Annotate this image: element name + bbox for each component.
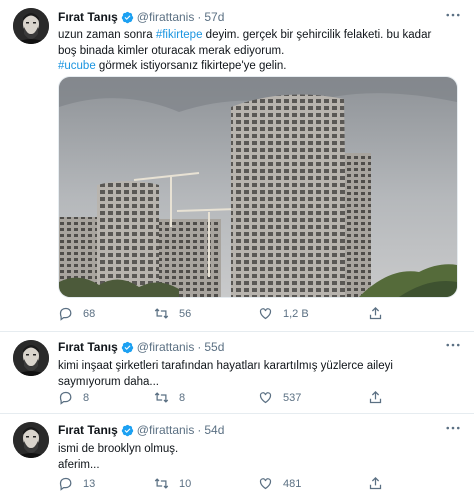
reply-icon	[59, 307, 72, 321]
tweet-time[interactable]: 57d	[204, 10, 224, 24]
tweet-text-line: ismi de brooklyn olmuş.	[58, 442, 460, 458]
tweet-text: uzun zaman sonra #fikirtepe deyim. gerçe…	[58, 28, 460, 75]
tweet[interactable]: Fırat Tanış @firattanis · 55d kimi inşaa…	[0, 332, 474, 412]
tweet-text-line: boş binada kimler oturacak merak ediyoru…	[58, 44, 460, 60]
construction-photo	[59, 77, 457, 297]
avatar[interactable]	[13, 8, 49, 44]
like-button[interactable]: 1,2 B	[258, 306, 309, 321]
tweet-actions: 8 8 537	[58, 390, 398, 408]
tweet-text: ismi de brooklyn olmuş. aferim...	[58, 442, 460, 473]
tweet-text: kimi inşaat şirketleri tarafından hayatl…	[58, 359, 460, 390]
tweet-text-line: uzun zaman sonra #fikirtepe deyim. gerçe…	[58, 28, 460, 44]
author-name[interactable]: Fırat Tanış	[58, 423, 118, 437]
author-handle[interactable]: @firattanis	[137, 423, 195, 437]
separator-dot: ·	[197, 423, 202, 437]
share-icon	[369, 476, 382, 490]
verified-badge-icon	[121, 11, 133, 23]
tweet-photo[interactable]	[58, 76, 458, 298]
tweet-text-line: #ucube görmek istiyorsanız fikirtepe'ye …	[58, 59, 460, 75]
tweet-time[interactable]: 55d	[204, 340, 224, 354]
more-options-icon[interactable]	[446, 426, 460, 430]
reply-icon	[59, 391, 72, 405]
tweet-header: Fırat Tanış @firattanis · 54d	[58, 422, 460, 438]
share-button[interactable]	[368, 306, 393, 321]
avatar-image	[13, 340, 49, 376]
reply-button[interactable]: 8	[58, 390, 89, 405]
like-button[interactable]: 537	[258, 390, 301, 405]
like-icon	[259, 392, 272, 404]
tweet-actions: 13 10 481	[58, 476, 398, 494]
tweet-time[interactable]: 54d	[204, 423, 224, 437]
text-segment: kimi inşaat şirketleri tarafından hayatl…	[58, 360, 393, 372]
share-button[interactable]	[368, 390, 393, 405]
hashtag-link[interactable]: #fikirtepe	[156, 29, 203, 41]
like-count: 1,2 B	[283, 307, 309, 320]
hashtag-link[interactable]: #ucube	[58, 60, 96, 72]
like-count: 481	[283, 477, 302, 490]
share-icon	[369, 306, 382, 320]
avatar[interactable]	[13, 422, 49, 458]
like-button[interactable]: 481	[258, 476, 301, 491]
author-name[interactable]: Fırat Tanış	[58, 10, 118, 24]
retweet-count: 56	[179, 307, 192, 320]
text-segment: ismi de brooklyn olmuş.	[58, 443, 179, 455]
author-handle[interactable]: @firattanis	[137, 340, 195, 354]
tweet-text-line: kimi inşaat şirketleri tarafından hayatl…	[58, 359, 460, 375]
share-icon	[369, 390, 382, 404]
text-segment: uzun zaman sonra	[58, 29, 156, 41]
like-icon	[259, 478, 272, 490]
more-options-icon[interactable]	[446, 343, 460, 347]
retweet-icon	[154, 478, 169, 489]
separator-dot: ·	[197, 340, 202, 354]
retweet-icon	[154, 308, 169, 319]
more-options-icon[interactable]	[446, 13, 460, 17]
share-button[interactable]	[368, 476, 393, 491]
tweet-text-line: saymıyorum daha...	[58, 375, 460, 391]
verified-badge-icon	[121, 341, 133, 353]
tweet[interactable]: Fırat Tanış @firattanis · 57d uzun zaman…	[0, 0, 474, 330]
text-segment: deyim. gerçek bir şehircilik felaketi. b…	[202, 29, 432, 41]
separator-dot: ·	[197, 10, 202, 24]
retweet-button[interactable]: 56	[154, 306, 191, 321]
retweet-icon	[154, 392, 169, 403]
text-segment: aferim...	[58, 458, 100, 471]
reply-button[interactable]: 13	[58, 476, 95, 491]
reply-count: 68	[83, 307, 96, 320]
tweet-text-line: aferim...	[58, 458, 460, 474]
avatar[interactable]	[13, 340, 49, 376]
retweet-button[interactable]: 8	[154, 390, 185, 405]
avatar-image	[13, 422, 49, 458]
tweet[interactable]: Fırat Tanış @firattanis · 54d ismi de br…	[0, 414, 474, 502]
text-segment: görmek istiyorsanız fikirtepe'ye gelin.	[95, 60, 287, 72]
author-name[interactable]: Fırat Tanış	[58, 340, 118, 354]
retweet-count: 10	[179, 477, 192, 490]
text-segment: saymıyorum daha...	[58, 375, 159, 388]
verified-badge-icon	[121, 424, 133, 436]
tweet-actions: 68 56 1,2 B	[58, 306, 398, 324]
tweet-header: Fırat Tanış @firattanis · 57d	[58, 9, 460, 25]
like-count: 537	[283, 391, 302, 404]
like-icon	[259, 308, 272, 320]
retweet-count: 8	[179, 391, 186, 404]
text-segment: boş binada kimler oturacak merak ediyoru…	[58, 44, 285, 57]
tweet-header: Fırat Tanış @firattanis · 55d	[58, 339, 460, 355]
reply-button[interactable]: 68	[58, 306, 95, 321]
retweet-button[interactable]: 10	[154, 476, 191, 491]
avatar-image	[13, 8, 49, 44]
reply-count: 13	[83, 477, 96, 490]
reply-count: 8	[83, 391, 90, 404]
author-handle[interactable]: @firattanis	[137, 10, 195, 24]
reply-icon	[59, 477, 72, 491]
